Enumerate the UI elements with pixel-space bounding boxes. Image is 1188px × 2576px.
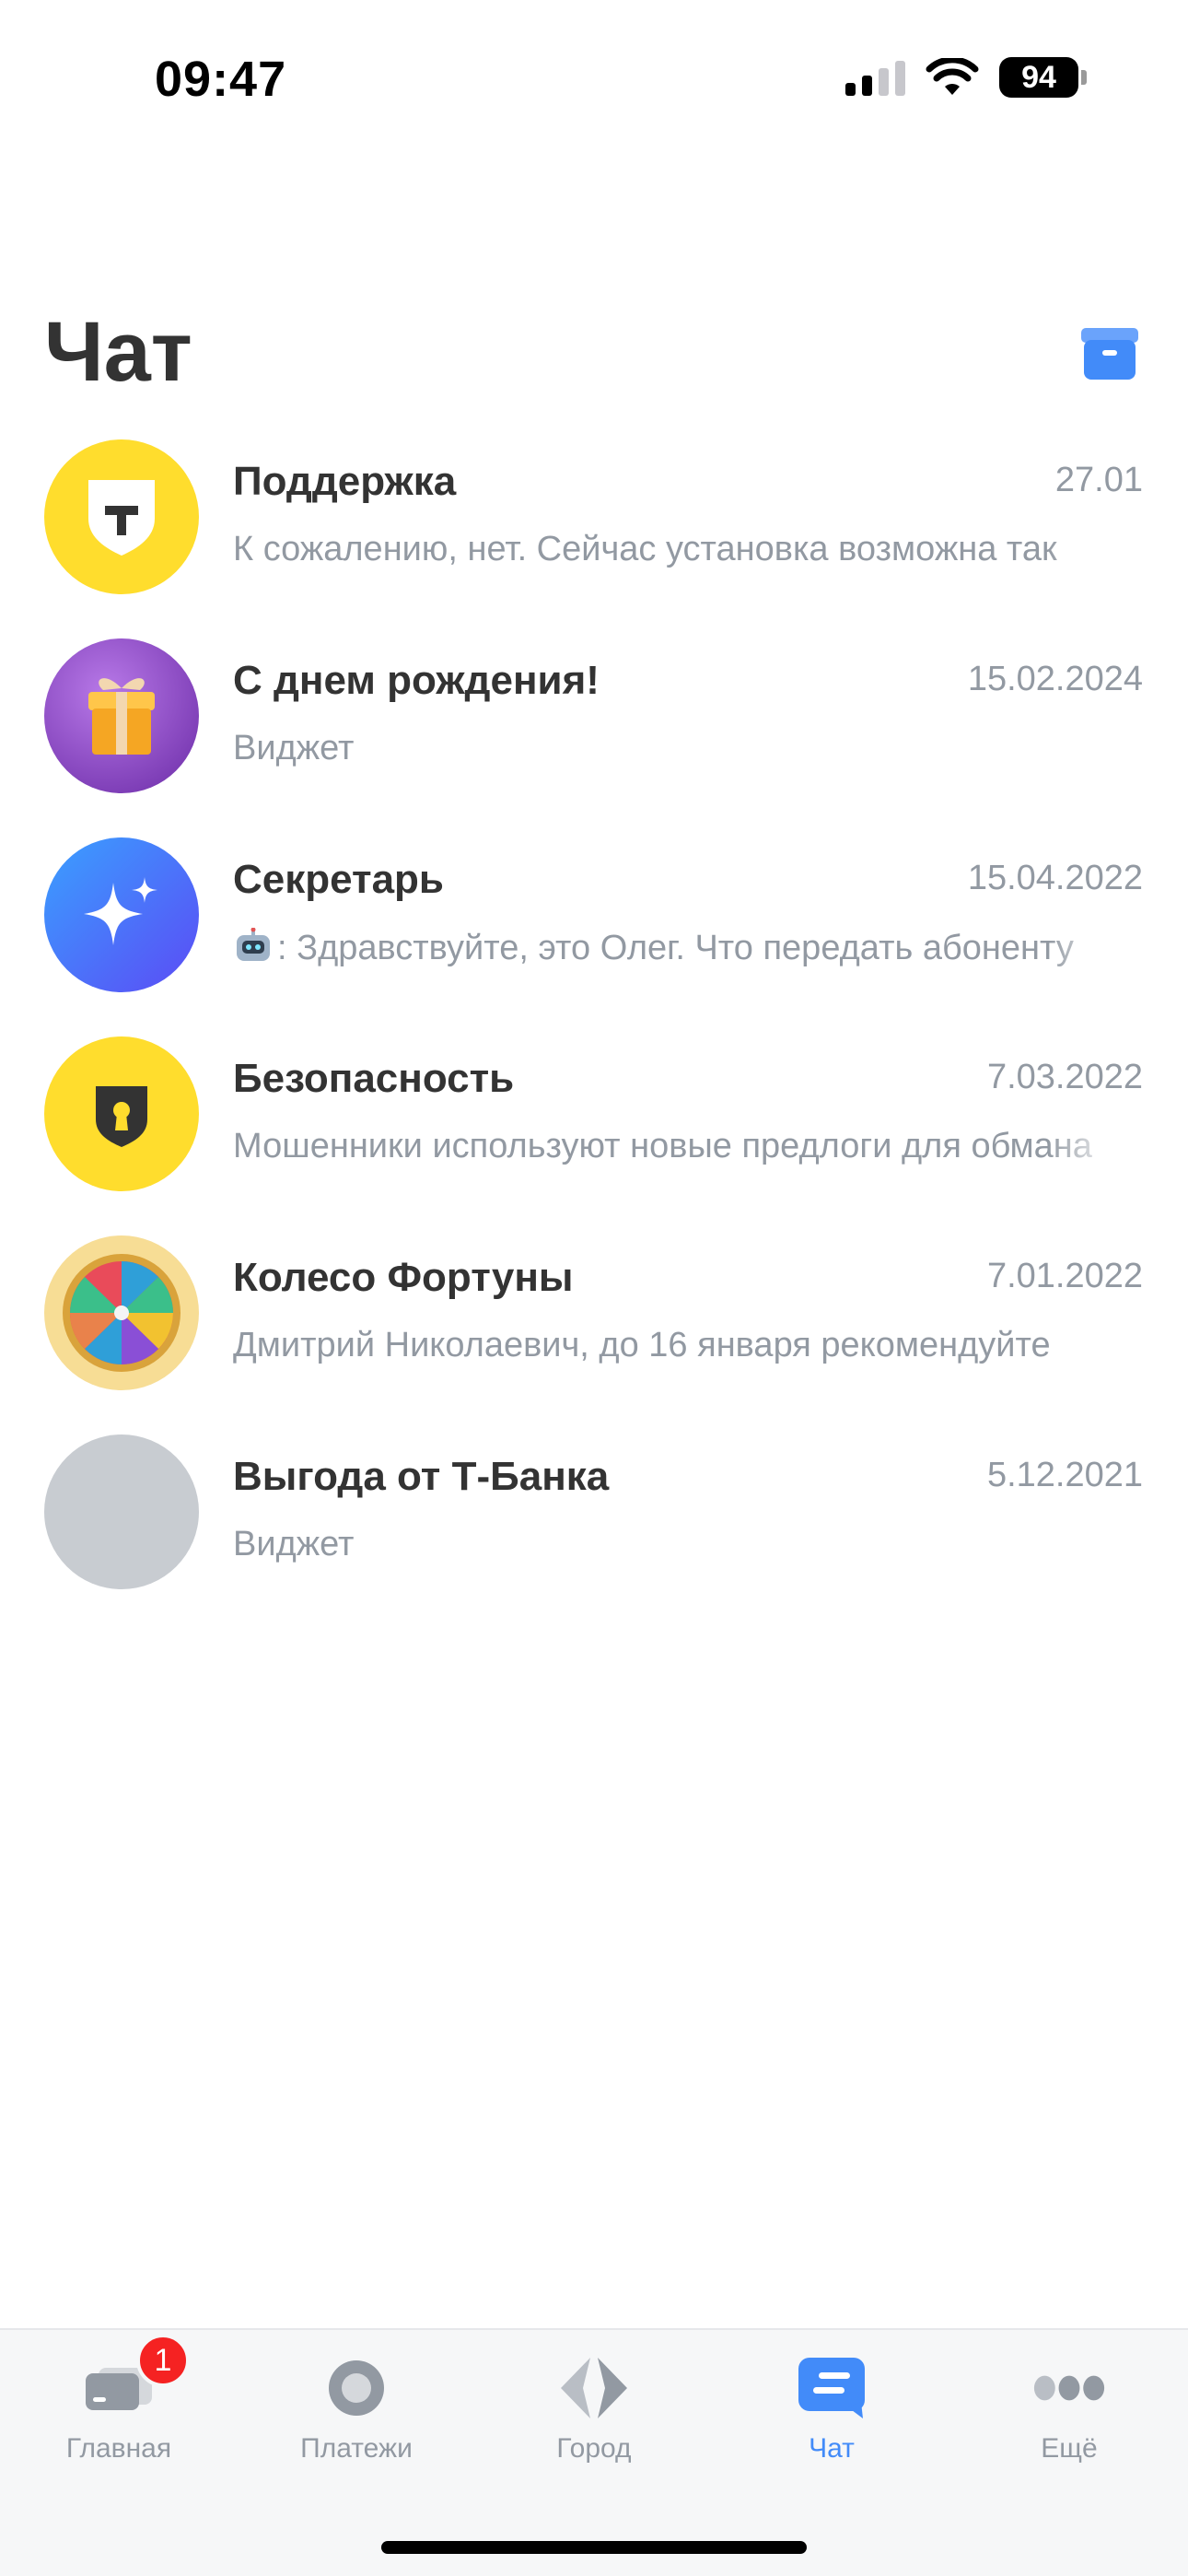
chat-item-wheel-of-fortune[interactable]: Колесо Фортуны 7.01.2022 Дмитрий Николае… [0, 1233, 1188, 1432]
chat-preview: Мошенники используют новые предлоги для … [233, 1127, 1092, 1165]
gift-icon [88, 678, 155, 755]
chat-preview: Дмитрий Николаевич, до 16 января рекомен… [233, 1326, 1051, 1364]
tab-chat[interactable]: Чат [713, 2330, 950, 2487]
avatar [44, 638, 199, 793]
more-icon [1032, 2356, 1106, 2420]
chat-date: 15.04.2022 [967, 859, 1143, 897]
battery-level: 94 [999, 57, 1078, 98]
chat-title: Колесо Фортуны [233, 1255, 574, 1300]
chat-item-secretary[interactable]: Секретарь 15.04.2022 : Здравствуйте, это… [0, 835, 1188, 1034]
status-indicators: 94 [845, 57, 1087, 98]
robot-emoji-icon [237, 928, 270, 961]
tab-label: Ещё [1041, 2433, 1098, 2464]
avatar [44, 1036, 199, 1191]
avatar [44, 439, 199, 594]
chat-date: 27.01 [1054, 461, 1143, 499]
status-time: 09:47 [155, 52, 287, 107]
status-bar: 09:47 94 [0, 0, 1188, 157]
chat-preview: : Здравствуйте, это Олег. Что передать а… [277, 929, 1074, 967]
tab-city[interactable]: Город [475, 2330, 713, 2487]
wifi-icon [926, 58, 979, 95]
chat-preview: Виджет [233, 729, 355, 767]
sparkle-icon [84, 877, 157, 945]
avatar [44, 837, 199, 992]
avatar-placeholder [44, 1434, 199, 1589]
chat-list: Поддержка 27.01 К сожалению, нет. Сейчас… [0, 437, 1188, 1631]
chat-date: 7.01.2022 [986, 1257, 1143, 1295]
tab-payments[interactable]: Платежи [238, 2330, 475, 2487]
tab-label: Город [556, 2433, 632, 2464]
chat-title: Безопасность [233, 1056, 515, 1101]
tab-label: Чат [809, 2433, 855, 2464]
chat-title: Секретарь [233, 857, 444, 902]
chat-title: Поддержка [233, 459, 457, 504]
page-title: Чат [44, 305, 192, 399]
chat-title: С днем рождения! [233, 658, 600, 703]
tbank-shield-icon [88, 480, 155, 556]
chat-date: 7.03.2022 [986, 1058, 1143, 1096]
notification-badge: 1 [136, 2334, 190, 2387]
chat-date: 5.12.2021 [986, 1456, 1143, 1494]
city-icon [557, 2356, 631, 2420]
home-indicator [381, 2541, 807, 2554]
lock-shield-icon [96, 1086, 147, 1147]
archive-icon [1081, 328, 1138, 380]
tab-label: Платежи [300, 2433, 413, 2464]
chat-item-tbank-benefits[interactable]: Выгода от Т-Банка 5.12.2021 Виджет [0, 1432, 1188, 1631]
tab-home[interactable]: Главная 1 [0, 2330, 238, 2487]
tab-bar: Главная 1 Платежи Город Чат Ещё [0, 2328, 1188, 2576]
chat-date: 15.02.2024 [967, 660, 1143, 698]
avatar [44, 1235, 199, 1390]
chat-item-security[interactable]: Безопасность 7.03.2022 Мошенники использ… [0, 1034, 1188, 1233]
tab-label: Главная [65, 2433, 172, 2464]
chat-item-birthday[interactable]: С днем рождения! 15.02.2024 Виджет [0, 636, 1188, 835]
payments-icon [320, 2356, 393, 2420]
fortune-wheel-icon [63, 1254, 181, 1372]
tab-more[interactable]: Ещё [950, 2330, 1188, 2487]
battery-icon: 94 [999, 57, 1087, 98]
chat-title: Выгода от Т-Банка [233, 1454, 610, 1499]
chat-preview: К сожалению, нет. Сейчас установка возмо… [233, 530, 1057, 568]
chat-preview-wrapper: : Здравствуйте, это Олег. Что передать а… [233, 928, 1119, 968]
chat-icon [795, 2356, 868, 2420]
chat-preview: Виджет [233, 1525, 355, 1563]
archive-button[interactable] [1079, 328, 1140, 380]
cellular-signal-icon [845, 59, 905, 96]
chat-item-support[interactable]: Поддержка 27.01 К сожалению, нет. Сейчас… [0, 437, 1188, 636]
